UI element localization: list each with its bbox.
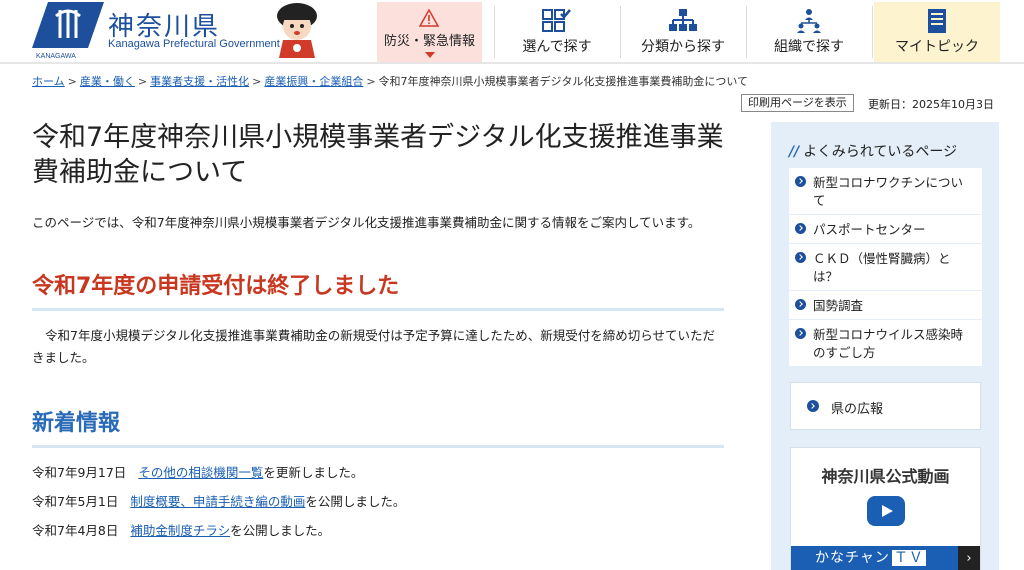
breadcrumb: ホーム > 産業・働く > 事業者支援・活性化 > 産業振興・企業組合 > 令和7年度神奈川県小… [32,73,748,89]
nav-emergency-label: 防災・緊急情報 [383,34,475,49]
site-header: KANAGAWA 神奈川県 Kanagawa Prefectural Gover… [0,0,1024,64]
breadcrumb-business-support[interactable]: 事業者支援・活性化 [150,75,249,88]
chevron-right-icon: › [958,546,980,570]
popular-page-link[interactable]: 新型コロナワクチンについて [789,168,982,215]
nav-mytopic[interactable]: マイトピック [874,2,1000,62]
news-item: 令和7年9月17日 その他の相談機関一覧を更新しました。 [32,462,363,481]
nav-divider [872,6,873,58]
news-link[interactable]: 補助金制度チラシ [130,523,230,538]
notebook-icon [928,9,946,33]
news-date: 令和7年5月1日 [32,494,119,509]
chevron-right-icon [807,400,819,412]
breadcrumb-industry-promotion[interactable]: 産業振興・企業組合 [264,75,363,88]
intro-text: このページでは、令和7年度神奈川県小規模事業者デジタル化支援推進事業費補助金に関… [32,215,701,230]
news-item: 令和7年4月8日 補助金制度チラシを公開しました。 [32,520,330,539]
popular-page-label: パスポートセンター [813,222,926,237]
popular-page-label: ＣＫＤ（慢性腎臓病）とは？ [813,251,951,284]
kana-channel-label: かなチャン [815,550,890,566]
popular-page-link[interactable]: 新型コロナウイルス感染時のすごし方 [789,320,982,367]
popular-pages-heading: //よくみられているページ [789,141,957,161]
popular-pages-list: 新型コロナワクチンについて パスポートセンター ＣＫＤ（慢性腎臓病）とは？ 国勢… [789,168,982,367]
pr-label: 県の広報 [831,402,884,417]
chevron-right-icon [795,299,806,310]
nav-mytopic-label: マイトピック [895,39,979,55]
news-date: 令和7年4月8日 [32,523,119,538]
breadcrumb-separator: > [252,75,262,88]
page-title: 令和7年度神奈川県小規模事業者デジタル化支援推進事業費補助金について [32,122,724,188]
breadcrumb-industry[interactable]: 産業・働く [80,75,135,88]
video-title: 神奈川県公式動画 [821,467,950,486]
pr-link[interactable]: 県の広報 [790,382,981,430]
updated-date: 更新日：2025年10月3日 [868,98,994,111]
popular-page-link[interactable]: 国勢調査 [789,291,982,320]
nav-category-label: 分類から探す [641,39,725,55]
kanagawa-emblem-icon: KANAGAWA [32,2,104,60]
nav-emergency[interactable]: 防災・緊急情報 [377,2,482,62]
chevron-right-icon [795,176,806,187]
hierarchy-icon [669,9,697,31]
print-page-button[interactable]: 印刷用ページを表示 [741,94,854,112]
nav-organization-label: 組織で探す [774,39,844,55]
notice-text: 令和7年度小規模デジタル化支援推進事業費補助金の新規受付は予定予算に達したため、… [32,328,715,365]
popular-pages-heading-label: よくみられているページ [803,144,958,160]
official-video-banner[interactable]: 神奈川県公式動画 かなチャン ＴＶ › [790,447,981,570]
breadcrumb-separator: > [366,75,376,88]
organization-icon [797,9,821,33]
news-link[interactable]: 制度概要、申請手続き編の動画 [130,494,305,509]
notice-heading: 令和7年度の申請受付は終了しました [32,268,724,311]
breadcrumb-current: 令和7年度神奈川県小規模事業者デジタル化支援推進事業費補助金について [378,75,748,88]
kana-channel-tv: ＴＶ [891,550,926,566]
popular-page-link[interactable]: ＣＫＤ（慢性腎臓病）とは？ [789,244,982,291]
news-suffix: を更新しました。 [263,465,364,480]
play-icon [867,496,905,526]
emblem-caption: KANAGAWA [36,53,76,60]
popular-page-label: 国勢調査 [813,298,864,313]
news-item: 令和7年5月1日 制度概要、申請手続き編の動画を公開しました。 [32,491,405,510]
chevron-down-icon [425,52,435,58]
checklist-icon [542,9,571,32]
news-link[interactable]: その他の相談機関一覧 [138,465,263,480]
logo-subtitle: Kanagawa Prefectural Government [108,38,280,50]
news-suffix: を公開しました。 [305,494,406,509]
popular-page-label: 新型コロナワクチンについて [813,175,964,208]
warning-icon [419,9,439,27]
news-date: 令和7年9月17日 [32,465,127,480]
chevron-right-icon [795,223,806,234]
mascot-icon [277,3,317,58]
news-suffix: を公開しました。 [230,523,331,538]
nav-choose-label: 選んで探す [522,39,592,55]
breadcrumb-home[interactable]: ホーム [32,75,65,88]
slash-icon: // [789,144,800,160]
nav-category[interactable]: 分類から探す [621,2,745,62]
breadcrumb-separator: > [67,75,77,88]
popular-page-link[interactable]: パスポートセンター [789,215,982,244]
popular-page-label: 新型コロナウイルス感染時のすごし方 [813,327,964,360]
nav-organization[interactable]: 組織で探す [747,2,871,62]
breadcrumb-separator: > [137,75,148,88]
kana-channel-banner: かなチャン ＴＶ [791,546,980,570]
news-heading: 新着情報 [32,405,724,448]
nav-choose[interactable]: 選んで探す [495,2,619,62]
chevron-right-icon [795,328,806,339]
chevron-right-icon [795,252,806,263]
